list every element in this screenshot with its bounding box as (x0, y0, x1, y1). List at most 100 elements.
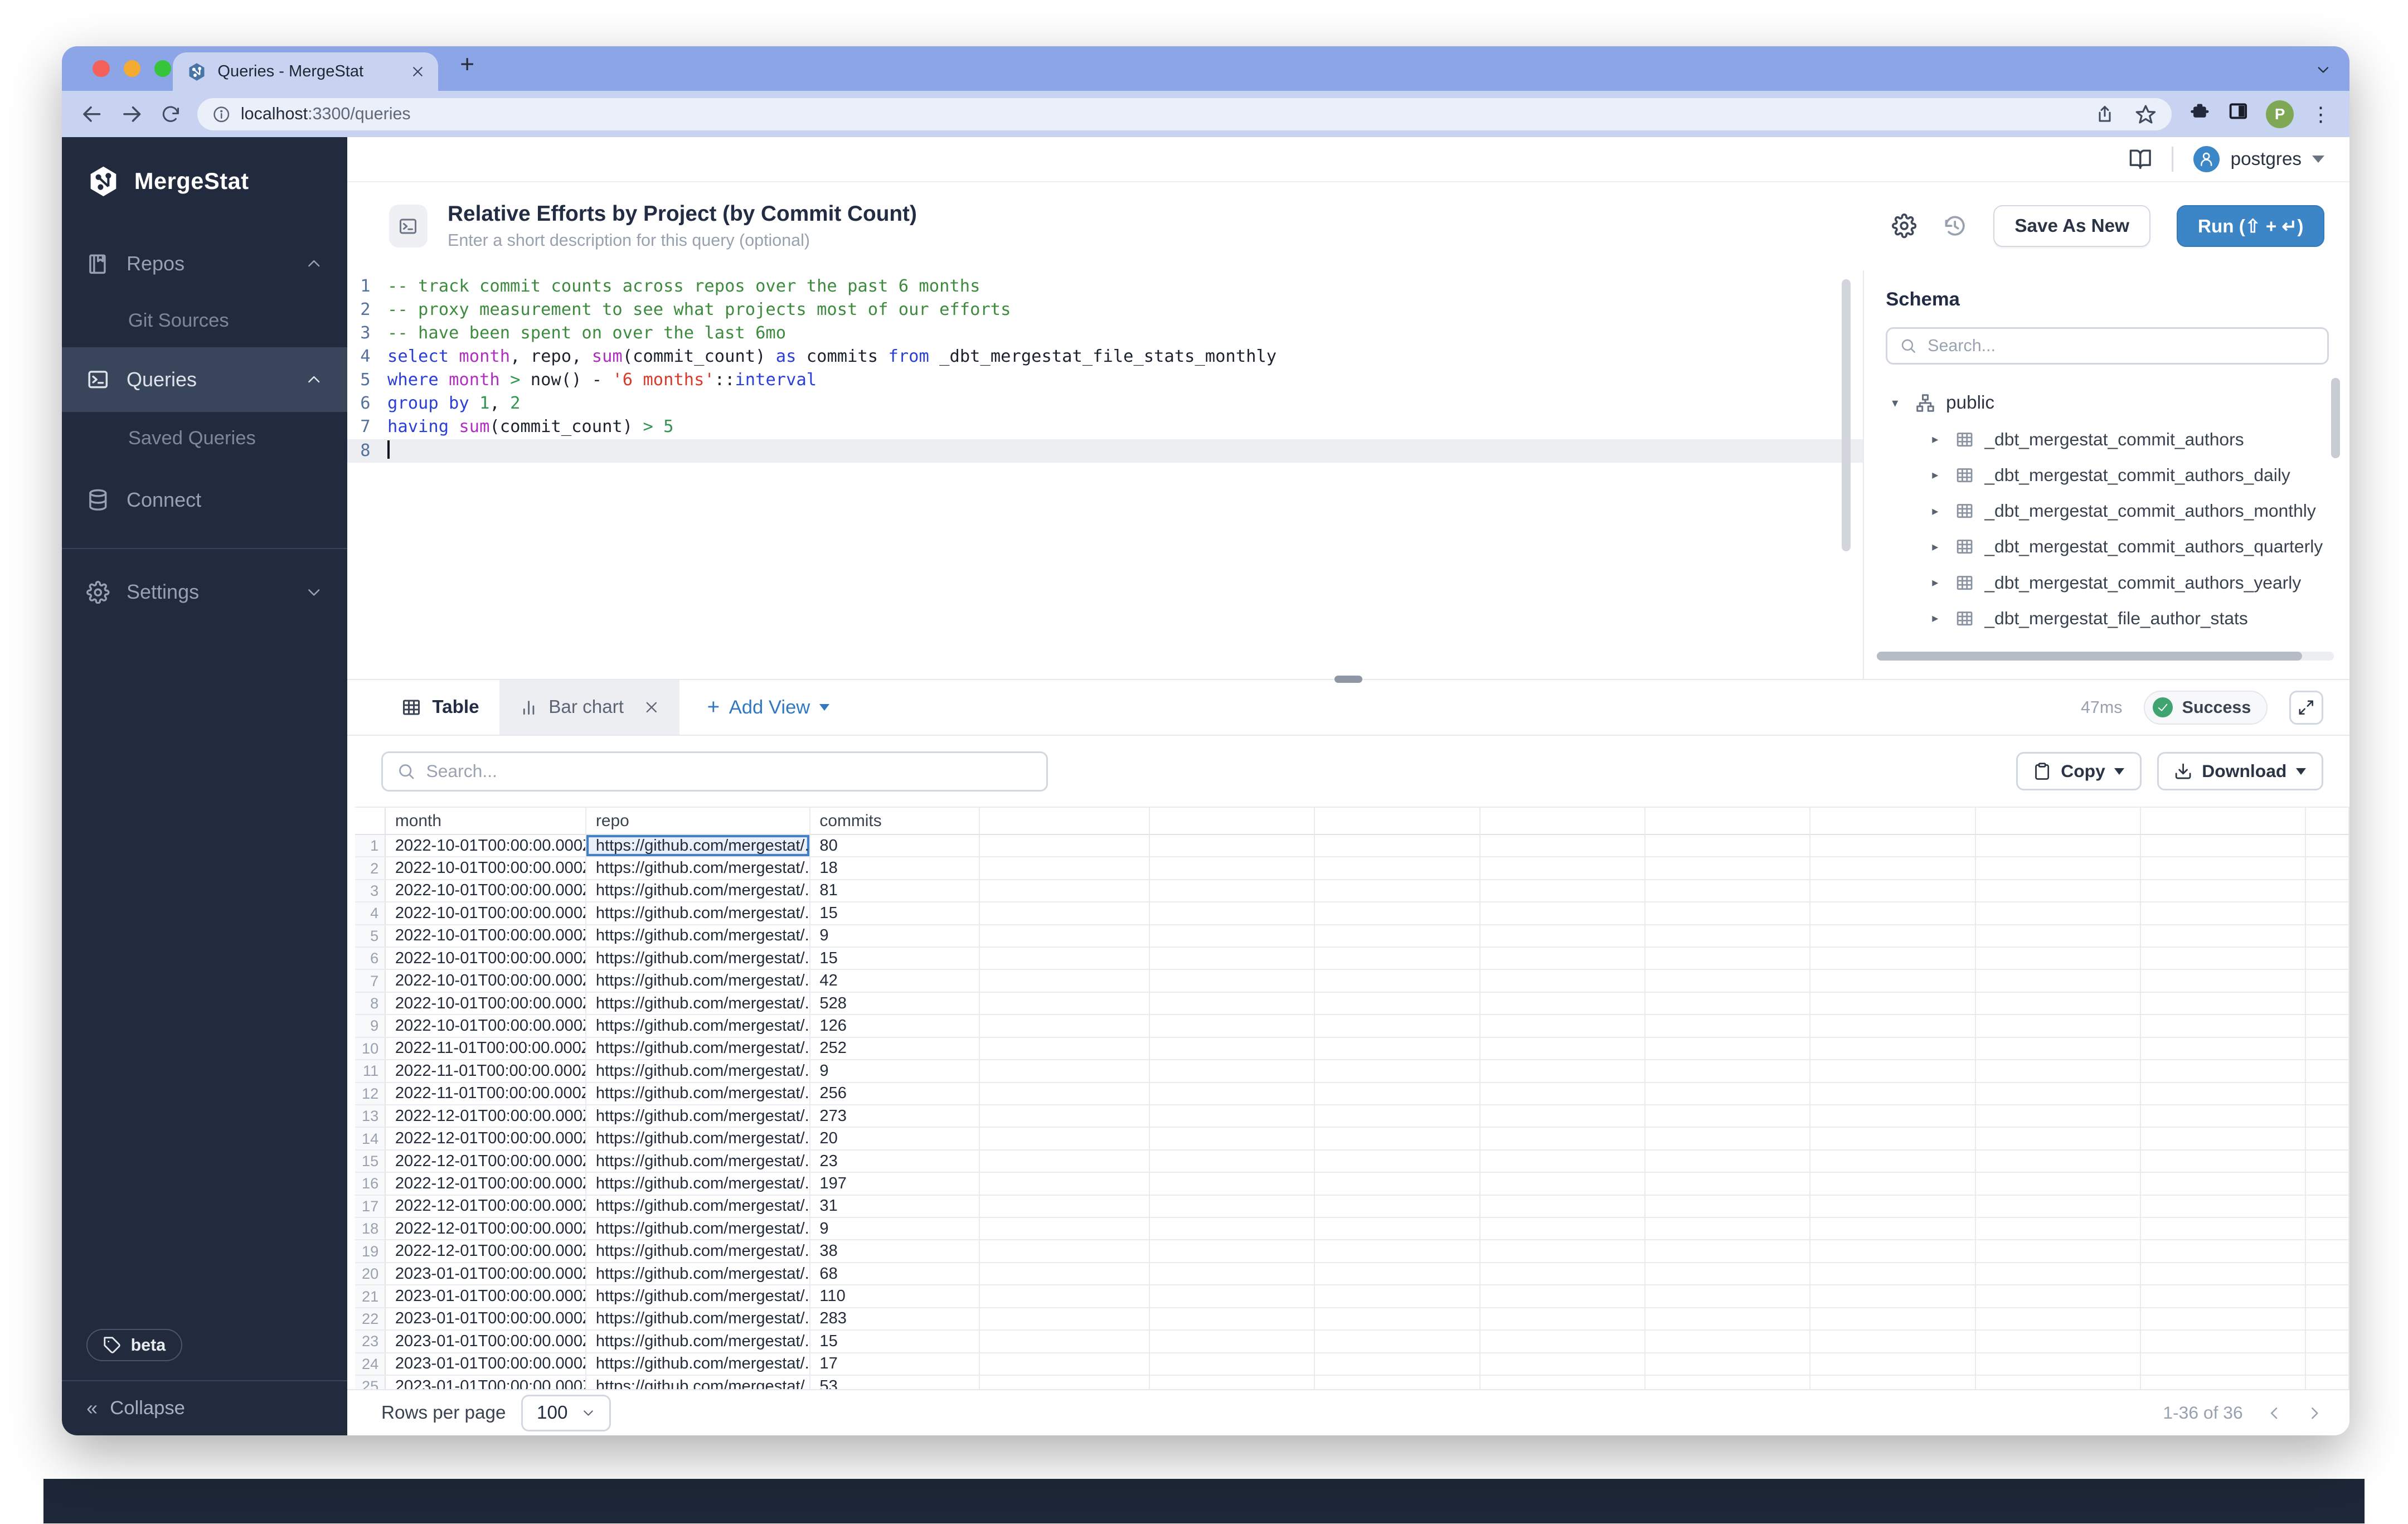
filler-cell[interactable] (2141, 1218, 2306, 1240)
filler-cell[interactable] (980, 1151, 1150, 1173)
filler-cell[interactable] (1315, 1285, 1480, 1308)
cell-month[interactable]: 2022-11-01T00:00:00.000Z (386, 1038, 586, 1060)
filler-cell[interactable] (1976, 1015, 2141, 1037)
filler-cell[interactable] (2306, 1083, 2349, 1105)
filler-cell[interactable] (1150, 1331, 1315, 1353)
table-row[interactable]: 132022-12-01T00:00:00.000Zhttps://github… (355, 1105, 2349, 1128)
cell-commits[interactable]: 283 (810, 1308, 980, 1331)
filler-cell[interactable] (2141, 1105, 2306, 1128)
filler-cell[interactable] (1810, 1038, 1975, 1060)
cell-repo[interactable]: https://github.com/mergestat/... (586, 1263, 810, 1285)
row-number[interactable]: 17 (355, 1196, 386, 1218)
filler-cell[interactable] (1315, 857, 1480, 880)
cell-month[interactable]: 2022-11-01T00:00:00.000Z (386, 1060, 586, 1083)
filler-cell[interactable] (1810, 1083, 1975, 1105)
filler-cell[interactable] (1976, 857, 2141, 880)
schema-table-item[interactable]: ▸_dbt_mergestat_file_author_stats (1886, 600, 2349, 636)
row-number[interactable]: 9 (355, 1015, 386, 1037)
filler-cell[interactable] (1150, 948, 1315, 970)
cell-commits[interactable]: 68 (810, 1263, 980, 1285)
filler-cell[interactable] (1645, 1173, 1810, 1195)
mergestat-logo[interactable]: MergeStat (62, 137, 347, 202)
filler-cell[interactable] (2306, 1060, 2349, 1083)
docs-icon[interactable] (2129, 148, 2152, 171)
code-line[interactable]: 5where month > now() - '6 months'::inter… (347, 368, 1863, 392)
filler-cell[interactable] (1150, 835, 1315, 857)
filler-cell[interactable] (1810, 1263, 1975, 1285)
filler-cell[interactable] (1480, 835, 1645, 857)
filler-cell[interactable] (1480, 1105, 1645, 1128)
chevron-collapsed-icon[interactable]: ▸ (1926, 575, 1944, 590)
filler-cell[interactable] (1976, 993, 2141, 1015)
cell-month[interactable]: 2023-01-01T00:00:00.000Z (386, 1376, 586, 1389)
save-as-new-button[interactable]: Save As New (1993, 205, 2150, 247)
filler-cell[interactable] (2306, 1015, 2349, 1037)
filler-cell[interactable] (2306, 1308, 2349, 1331)
filler-cell[interactable] (1150, 1105, 1315, 1128)
close-window-button[interactable] (93, 60, 109, 77)
filler-cell[interactable] (1150, 1285, 1315, 1308)
filler-cell[interactable] (1645, 925, 1810, 948)
filler-cell[interactable] (2306, 1353, 2349, 1376)
filler-cell[interactable] (1480, 948, 1645, 970)
filler-cell[interactable] (2141, 1285, 2306, 1308)
filler-cell[interactable] (1810, 1196, 1975, 1218)
bookmark-star-icon[interactable] (2135, 104, 2157, 125)
column-header-month[interactable]: month (386, 808, 586, 834)
filler-cell[interactable] (980, 1376, 1150, 1389)
row-number[interactable]: 12 (355, 1083, 386, 1105)
cell-commits[interactable]: 252 (810, 1038, 980, 1060)
chevron-collapsed-icon[interactable]: ▸ (1926, 540, 1944, 554)
filler-cell[interactable] (1150, 925, 1315, 948)
table-row[interactable]: 232023-01-01T00:00:00.000Zhttps://github… (355, 1331, 2349, 1353)
cell-commits[interactable]: 18 (810, 857, 980, 880)
sidebar-item-git-sources[interactable]: Git Sources (62, 295, 347, 347)
schema-search-input[interactable]: Search... (1886, 327, 2329, 364)
filler-cell[interactable] (980, 1331, 1150, 1353)
filler-cell[interactable] (1150, 993, 1315, 1015)
table-row[interactable]: 122022-11-01T00:00:00.000Zhttps://github… (355, 1083, 2349, 1105)
cell-month[interactable]: 2022-10-01T00:00:00.000Z (386, 1015, 586, 1037)
table-row[interactable]: 182022-12-01T00:00:00.000Zhttps://github… (355, 1218, 2349, 1240)
filler-cell[interactable] (1810, 1331, 1975, 1353)
table-row[interactable]: 22022-10-01T00:00:00.000Zhttps://github.… (355, 857, 2349, 880)
filler-cell[interactable] (1480, 1128, 1645, 1150)
minimize-window-button[interactable] (124, 60, 140, 77)
cell-month[interactable]: 2022-10-01T00:00:00.000Z (386, 902, 586, 925)
filler-cell[interactable] (1315, 1128, 1480, 1150)
filler-cell[interactable] (1315, 1218, 1480, 1240)
filler-cell[interactable] (1150, 970, 1315, 992)
tab-search-chevron-icon[interactable] (2315, 62, 2331, 77)
cell-repo[interactable]: https://github.com/mergestat/... (586, 1128, 810, 1150)
cell-commits[interactable]: 23 (810, 1151, 980, 1173)
query-title[interactable]: Relative Efforts by Project (by Commit C… (448, 202, 1872, 226)
cell-repo[interactable]: https://github.com/mergestat/... (586, 1151, 810, 1173)
schema-table-item[interactable]: ▸_dbt_mergestat_commit_authors_monthly (1886, 493, 2349, 529)
query-history-icon[interactable] (1943, 213, 1967, 238)
tab-close-icon[interactable] (411, 65, 425, 79)
filler-cell[interactable] (1150, 880, 1315, 902)
filler-cell[interactable] (1315, 1376, 1480, 1389)
filler-cell[interactable] (1480, 857, 1645, 880)
filler-cell[interactable] (1645, 902, 1810, 925)
row-number[interactable]: 5 (355, 925, 386, 948)
filler-cell[interactable] (1150, 1038, 1315, 1060)
filler-cell[interactable] (1315, 1151, 1480, 1173)
filler-cell[interactable] (1315, 1240, 1480, 1263)
sidebar-collapse-button[interactable]: « Collapse (62, 1380, 347, 1436)
cell-commits[interactable]: 31 (810, 1196, 980, 1218)
filler-cell[interactable] (1645, 993, 1810, 1015)
filler-cell[interactable] (1810, 948, 1975, 970)
sidebar-item-queries[interactable]: Queries (62, 347, 347, 412)
forward-icon[interactable] (120, 103, 144, 126)
filler-cell[interactable] (2141, 1083, 2306, 1105)
browser-profile-avatar[interactable]: P (2266, 100, 2294, 128)
filler-cell[interactable] (2306, 993, 2349, 1015)
filler-cell[interactable] (1480, 1218, 1645, 1240)
row-number[interactable]: 3 (355, 880, 386, 902)
cell-repo[interactable]: https://github.com/mergestat/... (586, 1308, 810, 1331)
filler-cell[interactable] (1976, 970, 2141, 992)
filler-cell[interactable] (1810, 925, 1975, 948)
filler-cell[interactable] (1976, 880, 2141, 902)
chevron-collapsed-icon[interactable]: ▸ (1926, 432, 1944, 446)
